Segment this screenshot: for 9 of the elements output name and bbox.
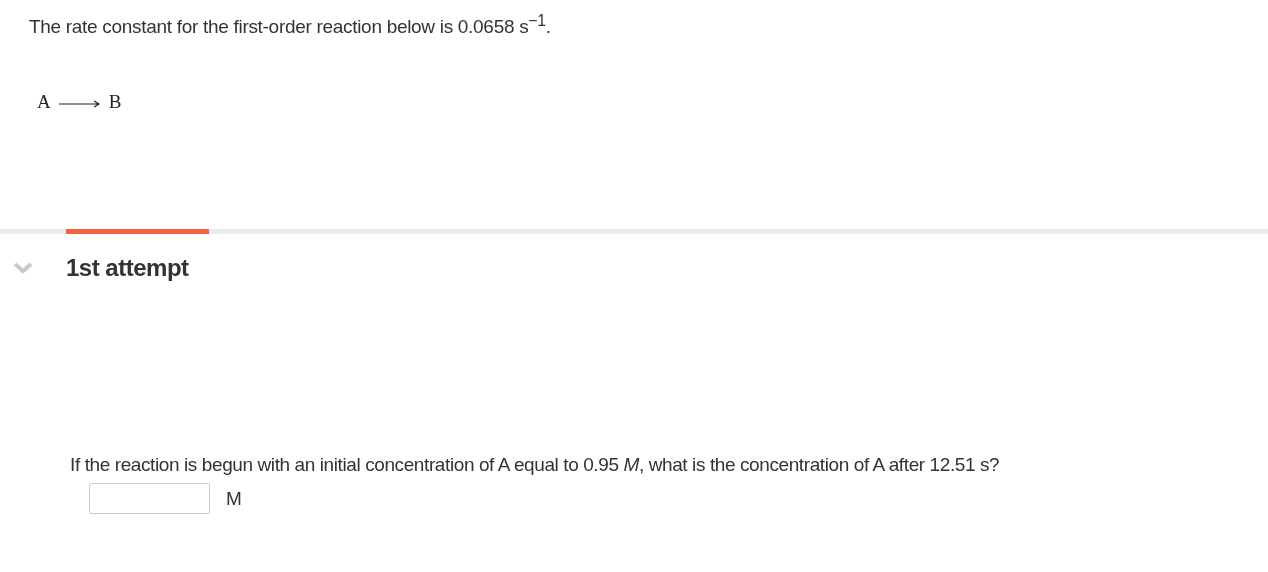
- product-label: B: [108, 91, 122, 114]
- answer-field[interactable]: [89, 483, 210, 515]
- unit-label: M: [226, 487, 242, 510]
- attempt-heading: 1st attempt: [66, 254, 189, 283]
- reaction-arrow-icon: [58, 99, 101, 108]
- chevron-icon[interactable]: [12, 261, 34, 276]
- question-text: If the reaction is begun with an initial concentration of A equal to 0.95 M, what is the concentration of A after 12.51 s?: [70, 454, 1001, 477]
- problem-statement: The rate constant for the first-order reaction below is 0.0658 s$^{−1}$.: [28, 11, 552, 39]
- reactant-label: A: [37, 91, 51, 114]
